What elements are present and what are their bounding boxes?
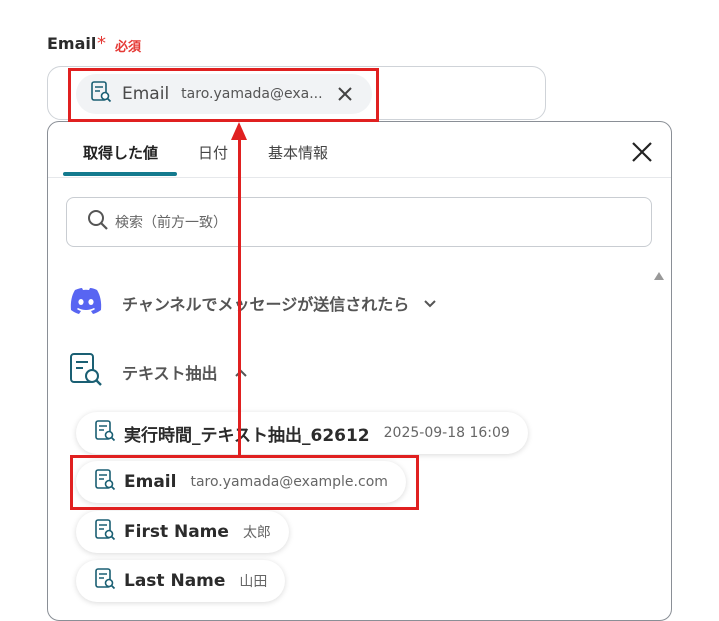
required-label: 必須 <box>115 40 142 55</box>
panel-tabs: 取得した値 日付 基本情報 <box>48 122 671 178</box>
value-item-last-name[interactable]: Last Name 山田 <box>76 560 286 602</box>
text-extract-icon <box>68 351 104 393</box>
section-text-extraction[interactable]: テキスト抽出 <box>68 351 248 393</box>
tab-basic-info[interactable]: 基本情報 <box>268 142 328 163</box>
discord-icon <box>68 286 104 320</box>
annotation-arrow-line <box>238 140 241 456</box>
item-value: 2025-09-18 16:09 <box>383 425 510 441</box>
item-value: 山田 <box>239 574 268 590</box>
section-title: テキスト抽出 <box>122 364 218 383</box>
value-item-execution-time[interactable]: 実行時間_テキスト抽出_62612 2025-09-18 16:09 <box>76 412 528 454</box>
item-name: First Name <box>124 522 229 542</box>
close-panel-icon[interactable] <box>630 140 654 164</box>
scroll-up-arrow-icon[interactable] <box>654 272 664 280</box>
item-name: 実行時間_テキスト抽出_62612 <box>124 425 370 446</box>
active-tab-indicator <box>63 172 177 176</box>
item-value: 太郎 <box>242 525 271 541</box>
annotation-highlight-email-item <box>70 455 419 510</box>
annotation-arrow-head-icon <box>231 122 247 140</box>
document-search-icon <box>94 518 116 546</box>
chevron-down-icon <box>423 294 437 313</box>
search-input[interactable]: 検索（前方一致） <box>66 197 652 247</box>
document-search-icon <box>94 419 116 447</box>
section-title: チャンネルでメッセージが送信されたら <box>122 295 410 314</box>
tab-date[interactable]: 日付 <box>198 142 228 163</box>
email-field-label: Email <box>47 34 97 53</box>
search-placeholder: 検索（前方一致） <box>115 215 227 231</box>
tab-acquired-values[interactable]: 取得した値 <box>83 142 158 163</box>
section-discord-trigger[interactable]: チャンネルでメッセージが送信されたら <box>68 286 437 320</box>
required-asterisk: * <box>97 33 106 54</box>
search-icon <box>87 209 109 235</box>
document-search-icon <box>94 567 116 595</box>
annotation-highlight-selected-chip <box>68 68 379 122</box>
value-item-first-name[interactable]: First Name 太郎 <box>76 511 289 553</box>
item-name: Last Name <box>124 571 226 591</box>
